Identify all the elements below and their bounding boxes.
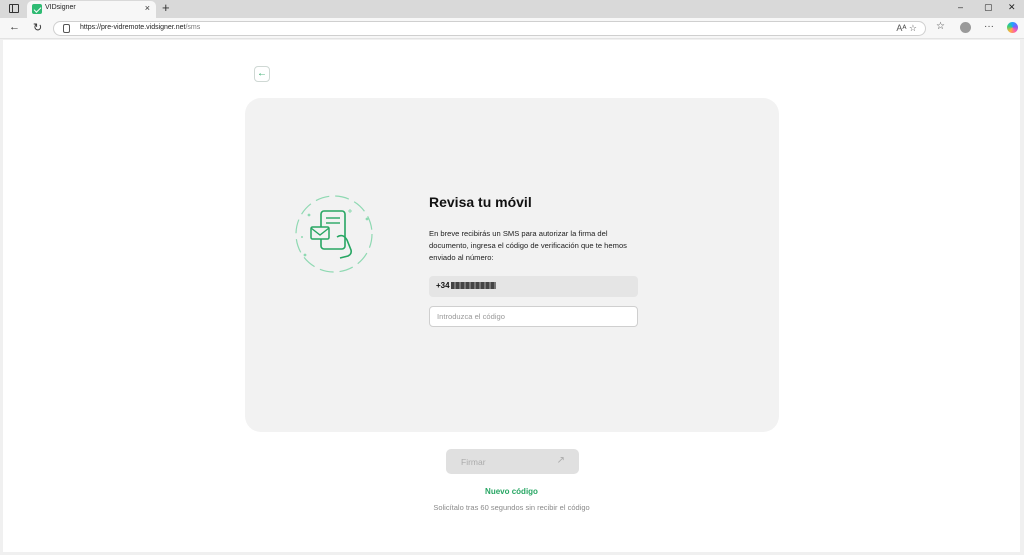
more-menu-icon[interactable]: ··· [984,21,994,32]
back-button[interactable]: ← [254,66,270,82]
restore-button[interactable]: ▢ [984,2,993,13]
browser-toolbar: ← ↻ https://pre-vidremote.vidsigner.net/… [0,18,1024,39]
favorites-icon[interactable]: ☆ [936,21,945,32]
sign-button-label: Firmar [461,457,486,467]
new-tab-button[interactable]: + [162,0,170,15]
phone-number-display: +34 [429,276,638,297]
reload-icon[interactable]: ↻ [33,21,42,34]
close-window-button[interactable]: ✕ [1008,2,1016,13]
phone-number-text: +34 [436,281,496,290]
instructions-text: En breve recibirás un SMS para autorizar… [429,229,627,262]
page-content: ← Revisa tu móvil En breve recibirás un … [3,40,1020,552]
vidsigner-favicon-icon [32,4,42,14]
sign-button[interactable]: Firmar ↗ [446,449,579,474]
copilot-icon[interactable] [1007,22,1018,33]
url-text: https://pre-vidremote.vidsigner.net/sms [80,24,201,31]
tab-actions-icon[interactable] [9,4,19,13]
resend-hint-text: Solicítalo tras 60 segundos sin recibir … [433,503,590,512]
site-info-icon[interactable] [63,24,70,33]
arrow-left-icon: ← [257,68,267,79]
close-tab-icon[interactable]: × [145,3,150,13]
arrow-up-right-icon: ↗ [556,455,565,466]
minimize-button[interactable]: – [958,2,963,12]
address-bar[interactable]: https://pre-vidremote.vidsigner.net/sms … [53,21,926,36]
new-code-row: Nuevo código [3,487,1020,496]
browser-tab-bar: VIDsigner × + – ▢ ✕ [0,0,1024,18]
profile-avatar-icon[interactable] [960,22,971,33]
tab-title: VIDsigner [45,4,76,11]
phone-sms-illustration-icon [295,195,373,273]
page-title: Revisa tu móvil [429,194,532,210]
new-code-link[interactable]: Nuevo código [485,487,538,496]
back-arrow-icon[interactable]: ← [9,21,20,33]
redacted-number [450,282,496,290]
read-aloud-favorite-icons[interactable]: Aᴬ ☆ [896,23,917,34]
browser-tab[interactable]: VIDsigner × [27,1,156,18]
verification-code-input[interactable] [429,306,638,327]
sms-verification-card: Revisa tu móvil En breve recibirás un SM… [245,98,779,432]
